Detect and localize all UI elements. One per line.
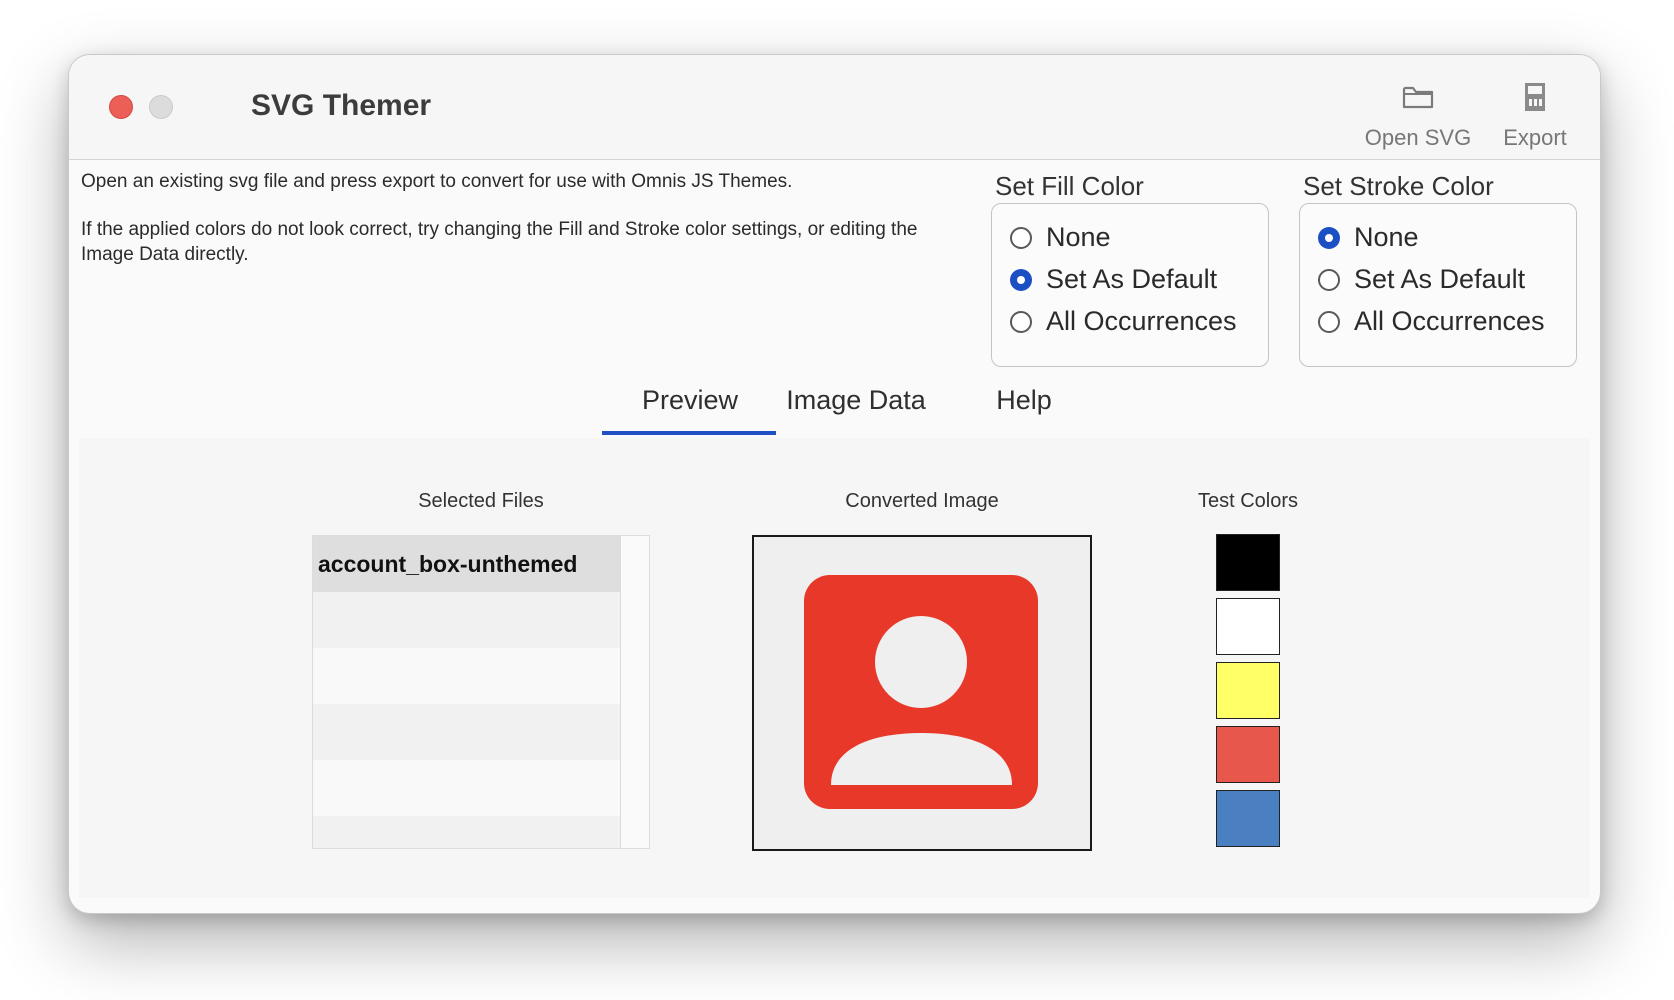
window-title: SVG Themer bbox=[251, 89, 432, 122]
stroke-option-all-occurrences[interactable]: All Occurrences bbox=[1318, 306, 1545, 337]
stroke-option-none-label: None bbox=[1354, 222, 1419, 252]
export-label: Export bbox=[1503, 125, 1567, 150]
fill-option-all-occurrences-label: All Occurrences bbox=[1046, 306, 1237, 336]
stroke-option-none[interactable]: None bbox=[1318, 222, 1419, 253]
title-bar: SVG Themer Open SVG Export bbox=[69, 55, 1600, 160]
fill-color-group: None Set As Default All Occurrences bbox=[991, 203, 1269, 367]
radio-checked-icon bbox=[1010, 268, 1032, 291]
test-color-swatch-blue[interactable] bbox=[1216, 790, 1280, 847]
radio-unchecked-icon bbox=[1010, 226, 1032, 249]
instructions-line-1: Open an existing svg file and press expo… bbox=[81, 171, 793, 192]
radio-unchecked-icon bbox=[1318, 310, 1340, 333]
instructions-text: Open an existing svg file and press expo… bbox=[81, 169, 961, 290]
fill-option-none-label: None bbox=[1046, 222, 1111, 252]
fill-option-none[interactable]: None bbox=[1010, 222, 1111, 253]
stroke-color-title: Set Stroke Color bbox=[1303, 171, 1494, 201]
stroke-option-set-as-default[interactable]: Set As Default bbox=[1318, 264, 1525, 295]
list-scrollbar[interactable] bbox=[620, 536, 649, 848]
test-color-swatch-black[interactable] bbox=[1216, 534, 1280, 591]
stroke-option-set-as-default-label: Set As Default bbox=[1354, 264, 1526, 294]
sd-card-icon bbox=[1475, 77, 1595, 117]
test-color-swatch-white[interactable] bbox=[1216, 598, 1280, 655]
folder-icon bbox=[1358, 77, 1478, 117]
export-button[interactable]: Export bbox=[1475, 77, 1595, 151]
tab-help[interactable]: Help bbox=[969, 385, 1079, 416]
fill-option-set-as-default-label: Set As Default bbox=[1046, 264, 1218, 294]
radio-unchecked-icon bbox=[1318, 268, 1340, 291]
tab-preview[interactable]: Preview bbox=[603, 385, 777, 416]
stroke-option-all-occurrences-label: All Occurrences bbox=[1354, 306, 1545, 336]
converted-image-frame bbox=[752, 535, 1092, 851]
preview-panel: Selected Files Converted Image Test Colo… bbox=[79, 438, 1590, 898]
active-tab-indicator bbox=[602, 431, 776, 435]
close-window-button[interactable] bbox=[109, 95, 133, 119]
open-svg-button[interactable]: Open SVG bbox=[1358, 77, 1478, 151]
test-color-swatch-yellow[interactable] bbox=[1216, 662, 1280, 719]
minimize-window-button[interactable] bbox=[149, 95, 173, 119]
selected-files-list[interactable]: account_box-unthemed bbox=[312, 535, 650, 849]
selected-files-label: Selected Files bbox=[418, 490, 544, 512]
converted-image-label: Converted Image bbox=[845, 490, 999, 512]
open-svg-label: Open SVG bbox=[1364, 125, 1472, 150]
fill-option-all-occurrences[interactable]: All Occurrences bbox=[1010, 306, 1237, 337]
instructions-line-2: If the applied colors do not look correc… bbox=[81, 219, 918, 265]
list-item-empty bbox=[313, 760, 621, 816]
list-item[interactable]: account_box-unthemed bbox=[313, 536, 621, 592]
fill-option-set-as-default[interactable]: Set As Default bbox=[1010, 264, 1217, 295]
test-colors-label: Test Colors bbox=[1197, 490, 1299, 512]
list-item-empty bbox=[313, 592, 621, 648]
list-item-empty bbox=[313, 816, 621, 848]
list-item-empty bbox=[313, 648, 621, 704]
radio-unchecked-icon bbox=[1010, 310, 1032, 333]
fill-color-title: Set Fill Color bbox=[995, 171, 1144, 201]
account-box-icon bbox=[804, 575, 1038, 809]
stroke-color-group: None Set As Default All Occurrences bbox=[1299, 203, 1577, 367]
list-item-empty bbox=[313, 704, 621, 760]
tab-image-data[interactable]: Image Data bbox=[769, 385, 943, 416]
test-color-swatch-red[interactable] bbox=[1216, 726, 1280, 783]
app-window: SVG Themer Open SVG Export Open an exist… bbox=[68, 54, 1601, 914]
radio-checked-icon bbox=[1318, 226, 1340, 249]
tab-bar: Preview Image Data Help bbox=[69, 385, 1600, 435]
